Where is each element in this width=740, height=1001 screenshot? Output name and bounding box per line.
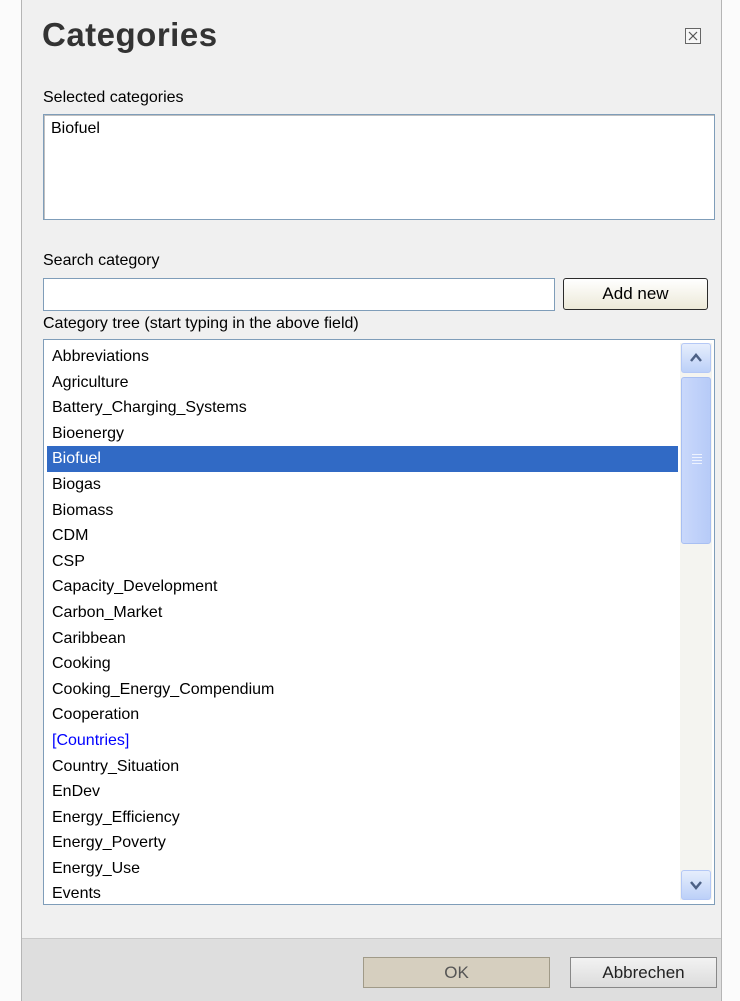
category-tree-label: Category tree (start typing in the above…: [43, 315, 359, 332]
close-x-icon: [688, 31, 698, 41]
tree-item[interactable]: Carbon_Market: [47, 600, 678, 626]
scroll-down-button[interactable]: [681, 870, 711, 900]
tree-scrollbar[interactable]: [680, 343, 712, 900]
page-background-left: [0, 0, 21, 1001]
page-background-right: [722, 0, 740, 1001]
categories-dialog: Categories Selected categories Biofuel S…: [21, 0, 722, 1001]
tree-item[interactable]: Biogas: [47, 472, 678, 498]
tree-item[interactable]: Agriculture: [47, 370, 678, 396]
tree-item[interactable]: CSP: [47, 549, 678, 575]
tree-item[interactable]: Cooking: [47, 651, 678, 677]
ok-button[interactable]: OK: [363, 957, 550, 988]
tree-item[interactable]: Caribbean: [47, 626, 678, 652]
close-button[interactable]: [685, 28, 701, 44]
scroll-thumb[interactable]: [681, 377, 711, 544]
tree-item[interactable]: Bioenergy: [47, 421, 678, 447]
dialog-titlebar: Categories: [22, 0, 721, 78]
tree-item[interactable]: Events: [47, 881, 678, 904]
tree-item-selected[interactable]: Biofuel: [47, 446, 678, 472]
add-new-button[interactable]: Add new: [563, 278, 708, 310]
dialog-footer: OK Abbrechen: [22, 939, 721, 1001]
cancel-button[interactable]: Abbrechen: [570, 957, 717, 988]
tree-item[interactable]: Energy_Poverty: [47, 830, 678, 856]
category-tree-list[interactable]: Abbreviations Agriculture Battery_Chargi…: [43, 339, 715, 905]
dialog-title: Categories: [42, 16, 218, 53]
tree-item[interactable]: Energy_Efficiency: [47, 805, 678, 831]
scroll-up-button[interactable]: [681, 343, 711, 373]
chevron-up-icon: [690, 353, 702, 362]
tree-item[interactable]: Energy_Use: [47, 856, 678, 882]
search-category-label: Search category: [43, 252, 160, 269]
search-category-input[interactable]: [43, 278, 555, 311]
scroll-grip-icon: [692, 454, 702, 464]
tree-item[interactable]: Biomass: [47, 498, 678, 524]
category-tree-items: Abbreviations Agriculture Battery_Chargi…: [47, 344, 678, 904]
selected-categories-box[interactable]: Biofuel: [43, 114, 715, 220]
tree-item[interactable]: EnDev: [47, 779, 678, 805]
tree-item-group[interactable]: [Countries]: [47, 728, 678, 754]
tree-item[interactable]: CDM: [47, 523, 678, 549]
chevron-down-icon: [690, 881, 702, 890]
tree-item[interactable]: Country_Situation: [47, 754, 678, 780]
tree-item[interactable]: Abbreviations: [47, 344, 678, 370]
selected-category-item: Biofuel: [51, 120, 100, 137]
tree-item[interactable]: Cooperation: [47, 702, 678, 728]
tree-item[interactable]: Battery_Charging_Systems: [47, 395, 678, 421]
selected-categories-label: Selected categories: [43, 89, 184, 106]
tree-item[interactable]: Capacity_Development: [47, 574, 678, 600]
tree-item[interactable]: Cooking_Energy_Compendium: [47, 677, 678, 703]
